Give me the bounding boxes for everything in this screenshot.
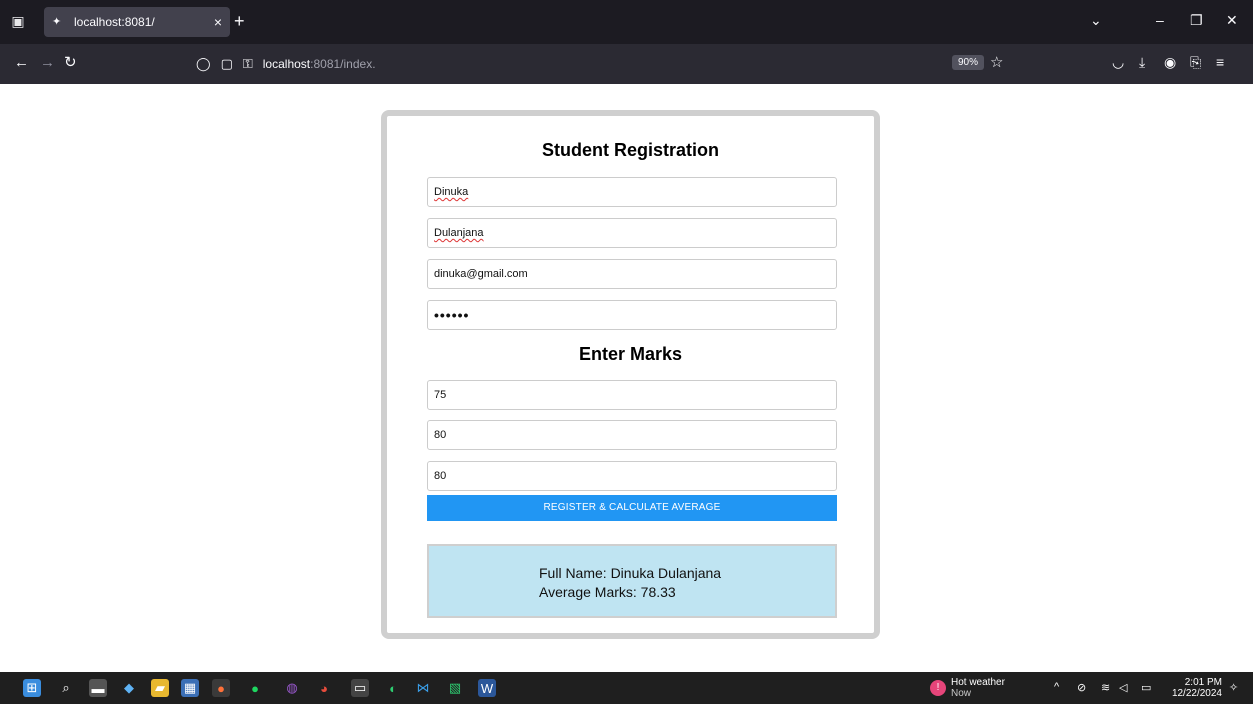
- search-icon[interactable]: ⌕: [57, 679, 75, 697]
- email-value: dinuka@gmail.com: [434, 268, 528, 280]
- task-view-icon[interactable]: ▬: [89, 679, 107, 697]
- copilot-icon[interactable]: ◆: [120, 679, 138, 697]
- form-title: Student Registration: [541, 140, 719, 160]
- pocket-icon[interactable]: ◡: [1112, 54, 1124, 71]
- forward-icon[interactable]: →: [40, 54, 55, 72]
- marks-title: Enter Marks: [578, 344, 683, 364]
- account-icon[interactable]: ◉: [1164, 54, 1176, 71]
- mark3-input[interactable]: 80: [427, 461, 837, 491]
- first-name-input[interactable]: Dinuka: [427, 177, 837, 207]
- mark2-value: 80: [434, 429, 447, 441]
- spotify-icon[interactable]: ●: [246, 679, 264, 697]
- clock[interactable]: 2:01 PM 12/22/2024: [1166, 677, 1222, 699]
- thermometer-icon: !: [930, 680, 946, 696]
- weather-time: Now: [951, 688, 972, 699]
- weather-widget[interactable]: ! Hot weather Now: [930, 677, 1005, 699]
- zoom-level-badge[interactable]: 90%: [952, 55, 985, 70]
- browser-tab-bar: ▣ ✦ localhost:8081/ × + ⌄ – ❐ ✕: [0, 0, 1253, 44]
- url-host: localhost: [262, 57, 311, 71]
- notepad-icon[interactable]: ▧: [446, 679, 464, 697]
- back-icon[interactable]: ←: [14, 54, 29, 72]
- word-icon[interactable]: W: [478, 679, 496, 697]
- new-tab-button[interactable]: +: [234, 11, 245, 31]
- browser-tab[interactable]: ✦ localhost:8081/ ×: [44, 7, 230, 37]
- tab-title: localhost:8081/: [74, 15, 155, 29]
- password-value: ••••••: [434, 307, 470, 323]
- extensions-icon[interactable]: ⎘: [1190, 54, 1201, 71]
- restore-icon[interactable]: ❐: [1190, 12, 1203, 29]
- weather-title: Hot weather: [951, 677, 1005, 688]
- network-off-icon[interactable]: ⊘: [1077, 681, 1086, 694]
- file-explorer-icon[interactable]: ▰: [151, 679, 169, 697]
- notification-icon[interactable]: ✧: [1229, 681, 1238, 694]
- tab-list-icon[interactable]: ▣: [8, 11, 28, 31]
- minimize-icon[interactable]: –: [1156, 12, 1164, 28]
- key-icon[interactable]: ⚿: [243, 56, 253, 72]
- edge-icon[interactable]: ◐: [384, 679, 402, 697]
- mark3-value: 80: [434, 470, 447, 482]
- firefox-icon[interactable]: ●: [212, 679, 230, 697]
- register-calculate-button[interactable]: REGISTER & CALCULATE AVERAGE: [427, 495, 837, 521]
- store-icon[interactable]: ▦: [181, 679, 199, 697]
- volume-icon[interactable]: ◁: [1119, 681, 1127, 694]
- chrome-icon[interactable]: ◕: [315, 679, 333, 697]
- mark1-value: 75: [434, 389, 447, 401]
- tab-overflow-icon[interactable]: ⌄: [1090, 12, 1102, 29]
- vscode-icon[interactable]: ⋈: [414, 679, 432, 697]
- password-input[interactable]: ••••••: [427, 300, 837, 330]
- first-name-value: Dinuka: [434, 186, 469, 198]
- tray-overflow-icon[interactable]: ^: [1054, 681, 1059, 693]
- tab-close-icon[interactable]: ×: [214, 14, 222, 30]
- registration-card: Student Registration Dinuka Dulanjana di…: [381, 110, 880, 639]
- terminal-icon[interactable]: ▭: [351, 679, 369, 697]
- battery-icon[interactable]: ▭: [1141, 681, 1151, 694]
- result-box: Full Name: Dinuka Dulanjana Average Mark…: [427, 544, 837, 618]
- clock-time: 2:01 PM: [1184, 677, 1222, 688]
- reload-icon[interactable]: ↻: [64, 54, 77, 72]
- downloads-icon[interactable]: ⤓: [1139, 54, 1145, 71]
- github-desktop-icon[interactable]: ◍: [283, 679, 301, 697]
- average-marks-result: Average Marks: 78.33: [539, 584, 676, 600]
- full-name-result: Full Name: Dinuka Dulanjana: [539, 565, 722, 581]
- email-input[interactable]: dinuka@gmail.com: [427, 259, 837, 289]
- bookmark-star-icon[interactable]: ☆: [990, 53, 1003, 71]
- mark2-input[interactable]: 80: [427, 420, 837, 450]
- url-path: :8081/index.: [310, 57, 376, 71]
- page-info-icon[interactable]: ▢: [221, 56, 233, 72]
- start-icon[interactable]: ⊞: [23, 679, 41, 697]
- last-name-value: Dulanjana: [434, 227, 484, 239]
- last-name-input[interactable]: Dulanjana: [427, 218, 837, 248]
- address-bar[interactable]: ◯ ▢ ⚿ localhost:8081/index.: [196, 48, 1010, 80]
- wifi-icon[interactable]: ≋: [1101, 681, 1110, 694]
- mark1-input[interactable]: 75: [427, 380, 837, 410]
- tracking-shield-icon[interactable]: ◯: [196, 56, 211, 72]
- taskbar: ⊞ ⌕ ▬ ◆ ▰ ▦ ● ● ◍ ◕ ▭ ◐ ⋈ ▧ W ! Hot weat…: [0, 672, 1253, 704]
- clock-date: 12/22/2024: [1171, 688, 1222, 699]
- site-favicon-icon: ✦: [52, 16, 62, 28]
- browser-nav-bar: ← → ↻ ◯ ▢ ⚿ localhost:8081/index. 90% ☆ …: [0, 44, 1253, 84]
- menu-icon[interactable]: ≡: [1216, 54, 1224, 70]
- close-window-icon[interactable]: ✕: [1226, 12, 1238, 29]
